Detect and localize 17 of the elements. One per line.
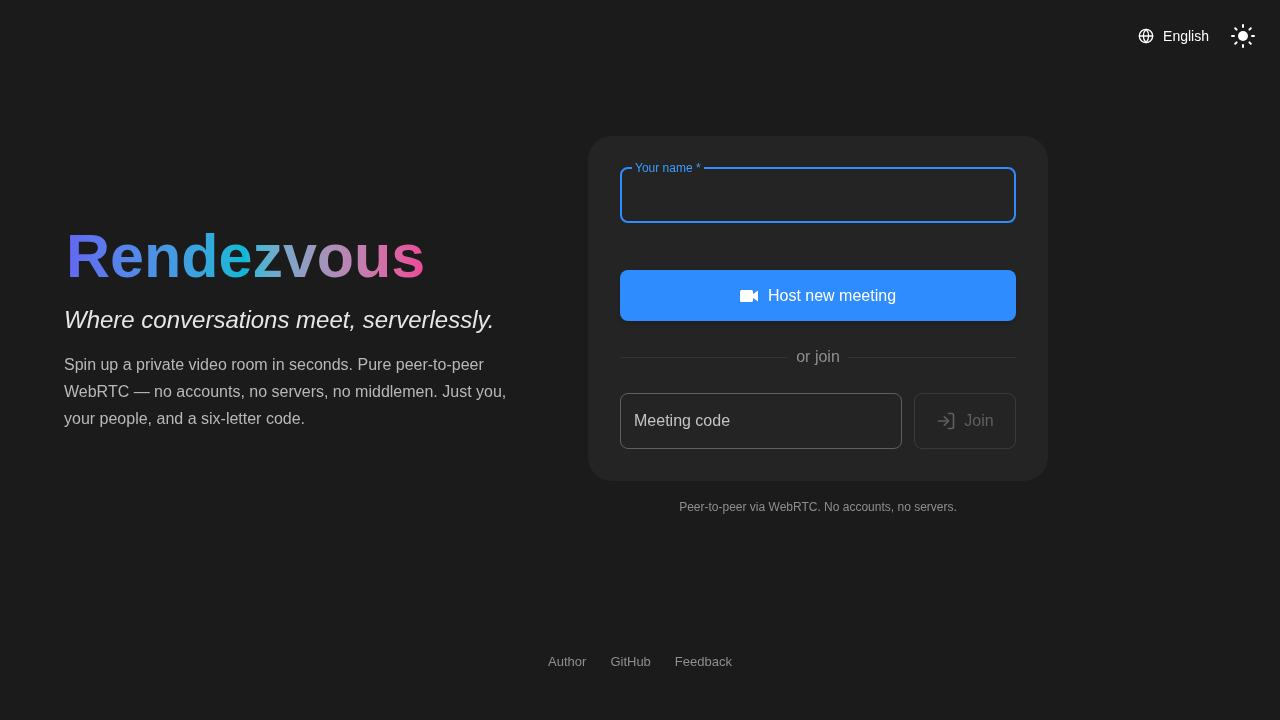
theme-toggle-button[interactable] (1231, 24, 1255, 48)
name-field[interactable]: Your name * (620, 160, 1016, 223)
meeting-code-field[interactable]: Meeting code (620, 393, 902, 449)
login-icon (936, 411, 957, 431)
host-meeting-button[interactable]: Host new meeting (620, 270, 1016, 321)
footer-link[interactable]: Author (548, 653, 587, 671)
divider-label: or join (796, 347, 840, 367)
sun-icon (1231, 24, 1255, 48)
description: Spin up a private video room in seconds. Pure peer-to-peer WebRTC — no accounts, no servers, no middlemen. Just you, your people, and a six-letter code. (64, 355, 508, 429)
footnote: Peer-to-peer via WebRTC. No accounts, no servers. (679, 499, 957, 516)
globe-icon (1138, 28, 1155, 44)
footer-link[interactable]: Feedback (674, 653, 732, 671)
tagline: Where conversations meet, serverlessly. (64, 305, 496, 335)
language-button[interactable]: English (1138, 25, 1209, 47)
field-label: Your name * (634, 160, 702, 176)
footer-link[interactable]: GitHub (610, 653, 651, 671)
video-camera-icon (739, 289, 758, 302)
